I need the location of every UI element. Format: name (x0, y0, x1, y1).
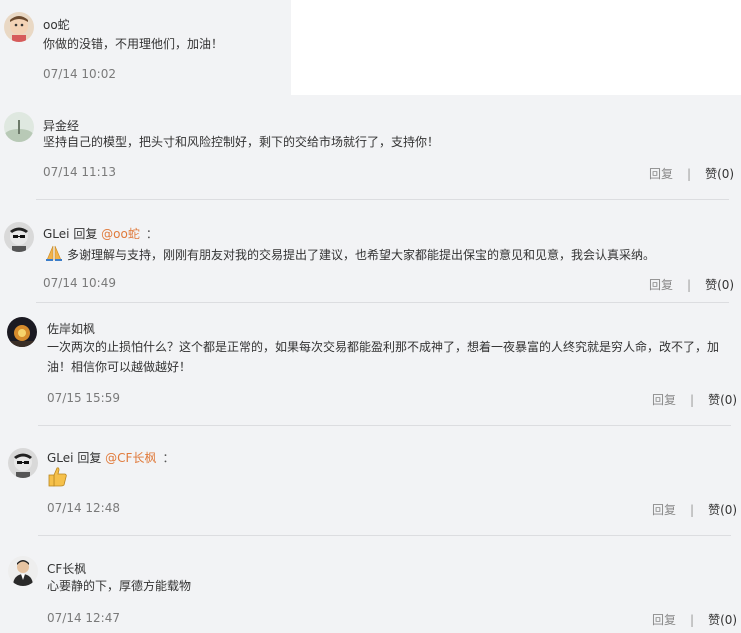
action-separator: | (690, 393, 695, 407)
reply-word: 回复 (77, 451, 102, 465)
reply-button[interactable]: 回复 (649, 167, 673, 181)
comment-time: 07/14 10:49 (43, 276, 116, 290)
reply-button[interactable]: 回复 (652, 613, 676, 627)
like-button[interactable]: 赞(0) (708, 613, 737, 627)
mention-link[interactable]: @oo蛇 (101, 227, 140, 241)
comment-author[interactable]: CF长枫 (47, 560, 86, 577)
avatar[interactable] (8, 556, 38, 586)
comment-text-continued: 油！相信你可以越做越好！ (47, 360, 192, 374)
like-button[interactable]: 赞(0) (708, 503, 737, 517)
comment-time: 07/14 12:47 (47, 611, 120, 625)
comment-actions: 回复 | 赞(0) (652, 611, 737, 628)
divider (36, 302, 729, 303)
comment-author[interactable]: GLei (43, 227, 70, 241)
comment-header: GLei 回复 @oo蛇 ： (43, 225, 158, 242)
avatar[interactable] (7, 317, 37, 347)
comment-text: 你做的没错，不用理他们，加油！ (43, 37, 224, 51)
comment-item: 佐岸如枫 一次两次的止损怕什么？这个都是正常的，如果每次交易都能盈利那不成神了，… (0, 304, 741, 426)
action-separator: | (687, 167, 692, 181)
comment-time: 07/14 10:02 (43, 67, 116, 81)
avatar[interactable] (8, 448, 38, 478)
reply-word: 回复 (73, 227, 98, 241)
comment-item: oo蛇 你做的没错，不用理他们，加油！ 07/14 10:02 (0, 0, 291, 95)
colon: ： (145, 227, 158, 241)
comment-item: CF长枫 心要静的下，厚德方能载物 07/14 12:47 回复 | 赞(0) (0, 536, 741, 633)
comment-time: 07/15 15:59 (47, 391, 120, 405)
action-separator: | (687, 278, 692, 292)
comment-text: 坚持自己的模型，把头寸和风险控制好，剩下的交给市场就行了，支持你！ (43, 135, 440, 149)
like-button[interactable]: 赞(0) (708, 393, 737, 407)
avatar[interactable] (4, 112, 34, 142)
comment-header: GLei 回复 @CF长枫 ： (47, 449, 174, 466)
comment-actions: 回复 | 赞(0) (652, 501, 737, 518)
comment-item: GLei 回复 @oo蛇 ： 多谢理解与支持，刚刚有朋友对我的交易提出了建议，也希… (0, 204, 741, 304)
reply-button[interactable]: 回复 (652, 393, 676, 407)
comment-text: 心要静的下，厚德方能载物 (47, 579, 192, 593)
like-button[interactable]: 赞(0) (705, 278, 734, 292)
comment-author[interactable]: GLei (47, 451, 74, 465)
comment-actions: 回复 | 赞(0) (649, 276, 734, 293)
comment-author[interactable]: oo蛇 (43, 16, 70, 33)
colon: ： (162, 451, 175, 465)
action-separator: | (690, 613, 695, 627)
comment-actions: 回复 | 赞(0) (652, 391, 737, 408)
comment-item: GLei 回复 @CF长枫 ： 07/14 12:48 回复 | 赞(0) (0, 426, 741, 536)
avatar[interactable] (4, 222, 34, 252)
comment-text-row: 多谢理解与支持，刚刚有朋友对我的交易提出了建议，也希望大家都能提出保宝的意见和见… (43, 244, 655, 269)
comment-item: 异金经 坚持自己的模型，把头寸和风险控制好，剩下的交给市场就行了，支持你！ 07… (0, 95, 741, 204)
comment-time: 07/14 12:48 (47, 501, 120, 515)
thumbs-up-emoji-icon (47, 466, 69, 492)
reply-button[interactable]: 回复 (649, 278, 673, 292)
comment-text: 多谢理解与支持，刚刚有朋友对我的交易提出了建议，也希望大家都能提出保宝的意见和见… (67, 248, 656, 262)
mention-link[interactable]: @CF长枫 (105, 451, 156, 465)
reply-button[interactable]: 回复 (652, 503, 676, 517)
comment-author[interactable]: 佐岸如枫 (47, 320, 95, 337)
divider (36, 199, 729, 200)
comment-thread: oo蛇 你做的没错，不用理他们，加油！ 07/14 10:02 异金经 坚持自己… (0, 0, 741, 633)
comment-text: 一次两次的止损怕什么？这个都是正常的，如果每次交易都能盈利那不成神了，想着一夜暴… (47, 340, 720, 354)
like-button[interactable]: 赞(0) (705, 167, 734, 181)
comment-actions: 回复 | 赞(0) (649, 165, 734, 182)
comment-time: 07/14 11:13 (43, 165, 116, 179)
action-separator: | (690, 503, 695, 517)
avatar[interactable] (4, 12, 34, 42)
praying-hands-emoji-icon (43, 244, 65, 269)
